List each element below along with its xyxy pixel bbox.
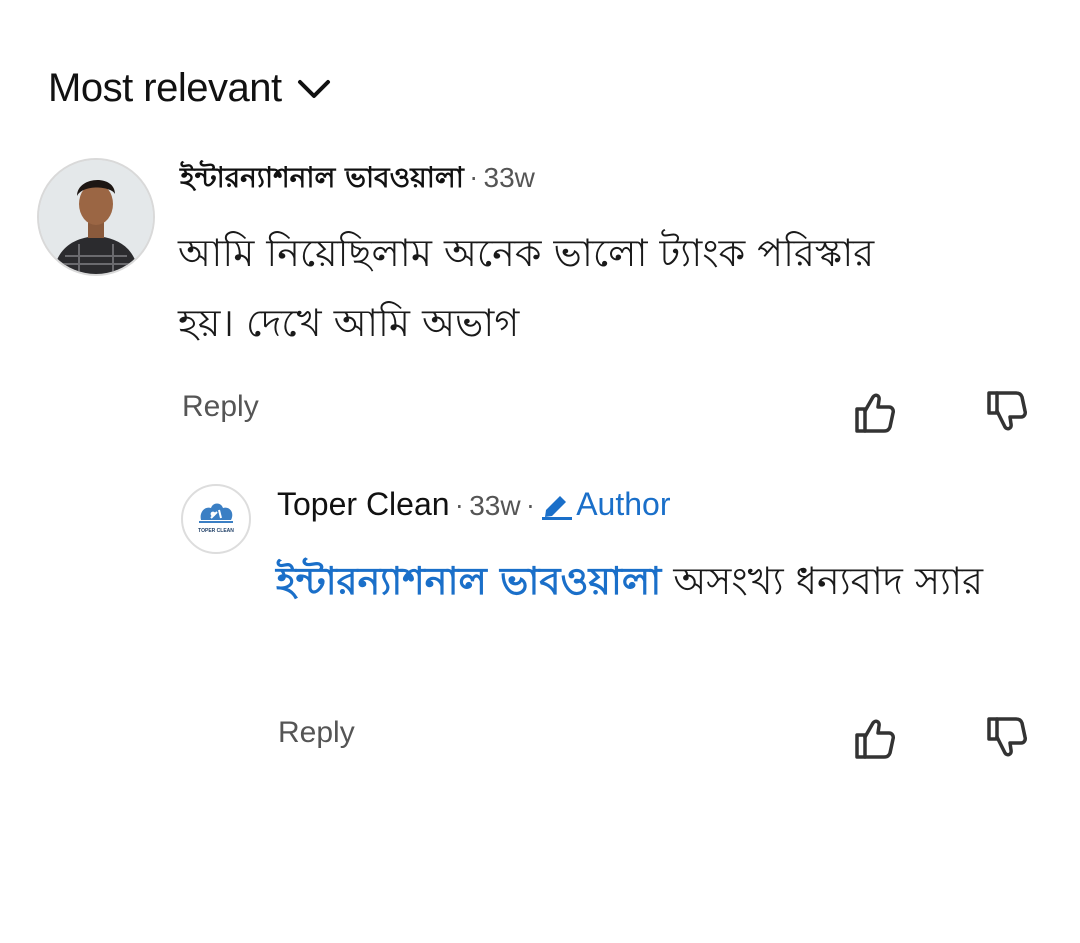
pencil-icon (542, 495, 573, 520)
profile-photo (39, 160, 153, 274)
reply-body: ইন্টারন্যাশনাল ভাবওয়ালা অসংখ্য ধন্যবাদ … (276, 546, 996, 616)
separator-dot: · (469, 165, 478, 193)
thumbs-down-icon (987, 391, 1027, 431)
logo-text: TOPER CLEAN (198, 528, 234, 534)
reply-text: অসংখ্য ধন্যবাদ স্যার (661, 559, 983, 603)
reply-author[interactable]: Toper Clean (277, 486, 450, 523)
dislike-button[interactable] (982, 386, 1032, 436)
comment-body: আমি নিয়েছিলাম অনেক ভালো ট্যাংক পরিস্কার… (178, 231, 875, 345)
separator-dot: · (455, 493, 464, 521)
separator-dot: · (526, 493, 535, 521)
comment-header: ইন্টারন্যাশনাল ভাবওয়ালা · 33w (180, 156, 535, 203)
thumbs-up-icon (855, 393, 895, 433)
comment-author[interactable]: ইন্টারন্যাশনাল ভাবওয়ালা (180, 156, 464, 203)
page-avatar[interactable]: TOPER CLEAN (181, 484, 251, 554)
author-badge: Author (540, 486, 670, 523)
like-button[interactable] (850, 388, 900, 438)
sort-dropdown[interactable]: Most relevant (48, 66, 332, 111)
reply-header: Toper Clean · 33w · Author (277, 486, 670, 523)
like-button[interactable] (850, 714, 900, 764)
dislike-button[interactable] (982, 712, 1032, 762)
chevron-down-icon (297, 79, 330, 98)
sort-label: Most relevant (48, 66, 282, 110)
toper-clean-logo: TOPER CLEAN (198, 503, 234, 534)
thumbs-up-icon (855, 719, 895, 759)
avatar[interactable] (37, 158, 155, 276)
mention-link[interactable]: ইন্টারন্যাশনাল ভাবওয়ালা (276, 559, 661, 603)
comment-time[interactable]: 33w (484, 162, 535, 194)
thumbs-down-icon (987, 717, 1027, 757)
reply-button[interactable]: Reply (182, 390, 259, 424)
reply-time[interactable]: 33w (469, 490, 520, 522)
author-badge-label: Author (576, 486, 671, 522)
reply-button[interactable]: Reply (278, 716, 355, 750)
